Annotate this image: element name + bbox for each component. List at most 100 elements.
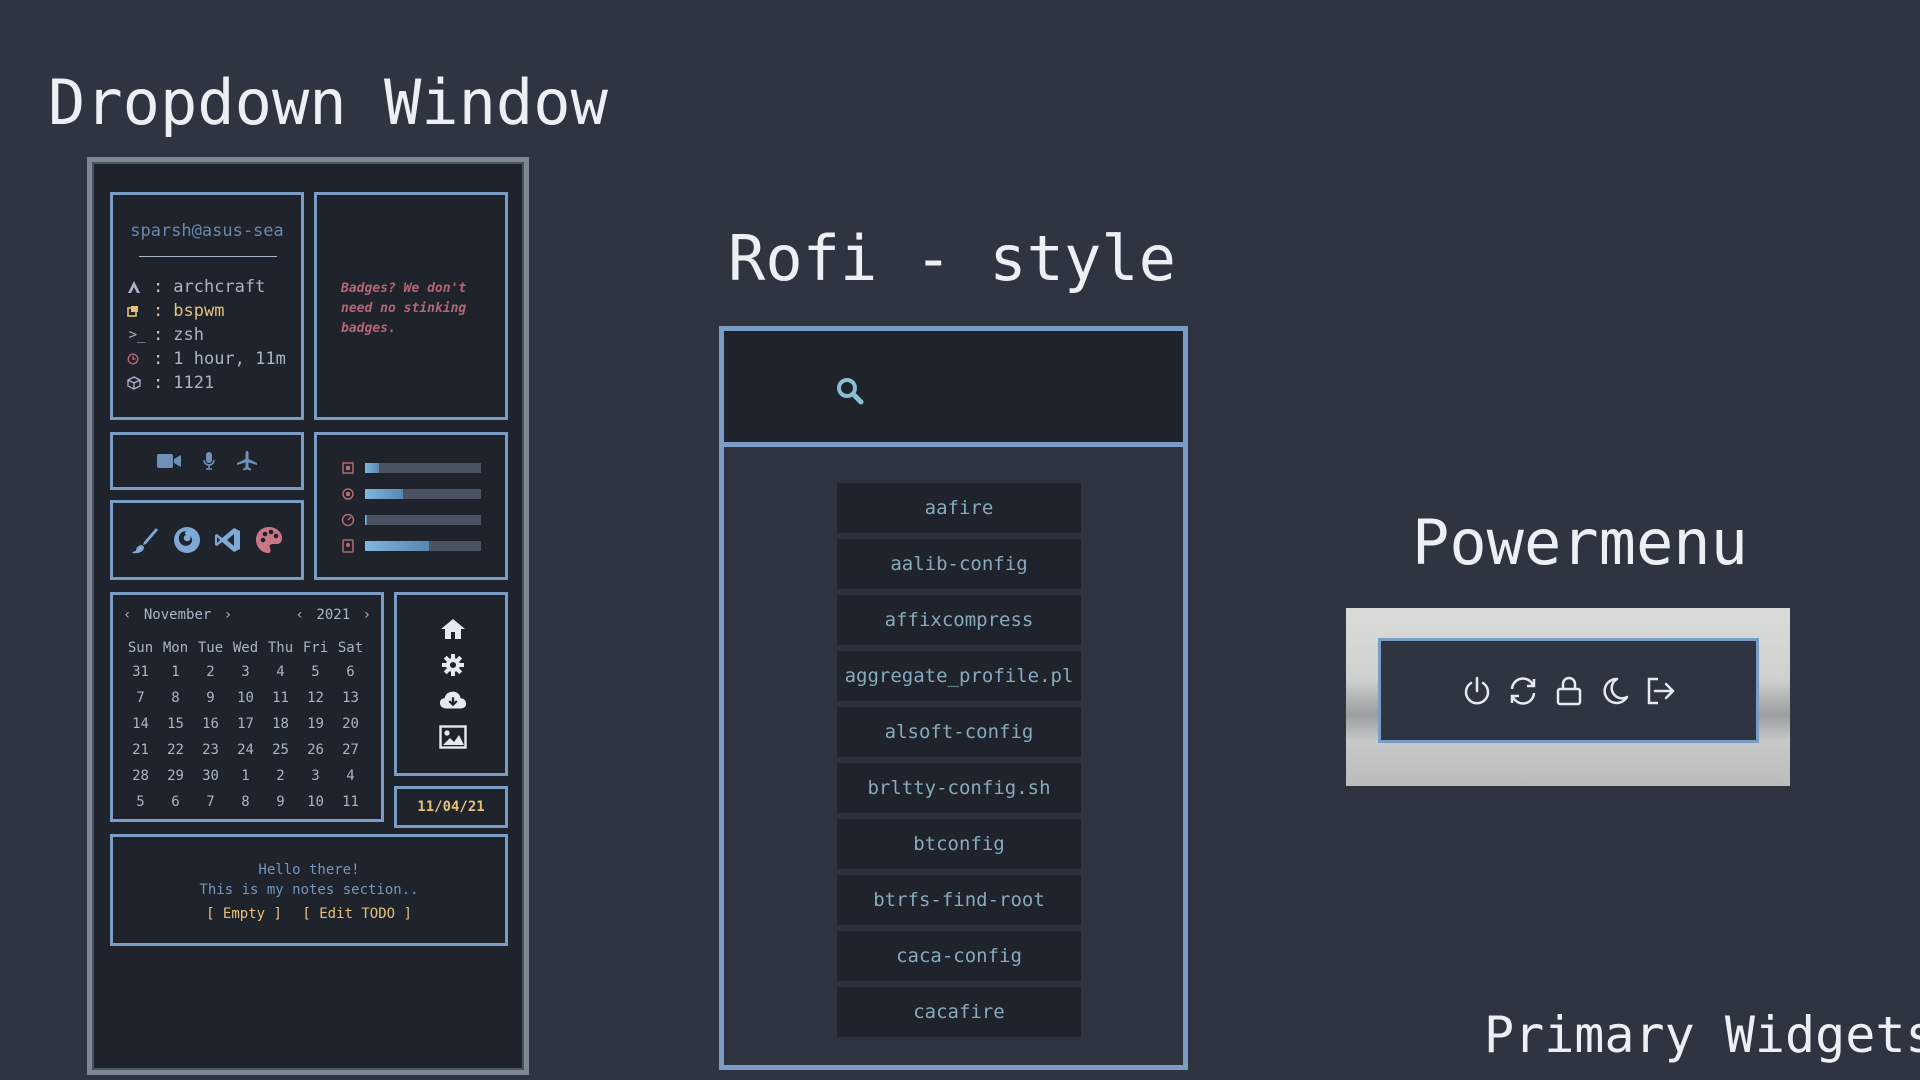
camera-icon[interactable]: [156, 452, 182, 470]
weekday-label: Fri: [302, 640, 329, 656]
calendar-day[interactable]: 16: [193, 711, 228, 737]
calendar-day[interactable]: 7: [193, 789, 228, 815]
rofi-item[interactable]: btconfig: [837, 819, 1081, 869]
logout-icon[interactable]: [1645, 675, 1677, 707]
rofi-search-bar[interactable]: [724, 331, 1183, 447]
rofi-item[interactable]: alsoft-config: [837, 707, 1081, 757]
calendar-day[interactable]: 27: [333, 737, 368, 763]
calendar-week: 28 29 30 1 2 3 4: [123, 763, 368, 789]
microphone-icon[interactable]: [202, 451, 216, 471]
calendar-day[interactable]: 22: [158, 737, 193, 763]
disk-stat: [341, 539, 481, 553]
calendar-day[interactable]: 4: [263, 659, 298, 685]
calendar-day[interactable]: 14: [123, 711, 158, 737]
calendar-day[interactable]: 28: [123, 763, 158, 789]
sleep-icon[interactable]: [1599, 675, 1631, 707]
calendar-day[interactable]: 5: [123, 789, 158, 815]
brush-icon[interactable]: [130, 525, 160, 555]
calendar-day[interactable]: 21: [123, 737, 158, 763]
lock-icon[interactable]: [1553, 675, 1585, 707]
weekday-label: Tue: [197, 640, 224, 656]
calendar-day[interactable]: 6: [158, 789, 193, 815]
rofi-item[interactable]: aggregate_profile.pl: [837, 651, 1081, 701]
info-colon: :: [153, 277, 164, 297]
airplane-icon[interactable]: [236, 450, 258, 472]
rofi-results-list: aafire aalib-config affixcompress aggregate…: [837, 483, 1081, 1043]
info-colon: :: [153, 349, 164, 369]
calendar-day[interactable]: 31: [123, 659, 158, 685]
calendar-day[interactable]: 24: [228, 737, 263, 763]
restart-icon[interactable]: [1507, 675, 1539, 707]
rofi-item[interactable]: brltty-config.sh: [837, 763, 1081, 813]
calendar-day[interactable]: 2: [263, 763, 298, 789]
calendar-day[interactable]: 18: [263, 711, 298, 737]
calendar-day[interactable]: 23: [193, 737, 228, 763]
gear-icon[interactable]: [439, 651, 467, 679]
disk-bar-fill: [365, 541, 429, 551]
calendar-day[interactable]: 9: [193, 685, 228, 711]
notes-actions: [ Empty ] [ Edit TODO ]: [113, 906, 505, 922]
quick-links-panel: [394, 592, 508, 776]
calendar-day[interactable]: 25: [263, 737, 298, 763]
calendar-day[interactable]: 2: [193, 659, 228, 685]
system-info-panel: sparsh@asus-sea : archcraft : bspwm >_ :…: [110, 192, 304, 420]
calendar-day[interactable]: 3: [228, 659, 263, 685]
speed-bar-fill: [365, 515, 368, 525]
date-panel: 11/04/21: [394, 786, 508, 828]
calendar-day[interactable]: 10: [298, 789, 333, 815]
info-value: 1121: [173, 373, 215, 393]
calendar-day[interactable]: 7: [123, 685, 158, 711]
vscode-icon[interactable]: [214, 526, 242, 554]
gauge-icon: [341, 513, 355, 527]
calendar-day[interactable]: 13: [333, 685, 368, 711]
info-value: archcraft: [173, 277, 266, 297]
calendar-day[interactable]: 29: [158, 763, 193, 789]
calendar-day[interactable]: 12: [298, 685, 333, 711]
calendar-day[interactable]: 8: [158, 685, 193, 711]
speed-bar: [365, 515, 481, 525]
notes-empty-button[interactable]: [ Empty ]: [206, 906, 282, 922]
home-icon[interactable]: [439, 615, 467, 643]
calendar-day[interactable]: 5: [298, 659, 333, 685]
firefox-icon[interactable]: [172, 525, 202, 555]
rofi-item[interactable]: aalib-config: [837, 539, 1081, 589]
user-host: sparsh@asus-sea: [130, 221, 284, 241]
calendar-week: 5 6 7 8 9 10 11: [123, 789, 368, 815]
cloud-download-icon[interactable]: [439, 687, 467, 715]
rofi-item[interactable]: affixcompress: [837, 595, 1081, 645]
info-row-distro: : archcraft: [127, 275, 286, 299]
calendar-day[interactable]: 4: [333, 763, 368, 789]
info-row-wm: : bspwm: [127, 299, 286, 323]
rofi-item[interactable]: caca-config: [837, 931, 1081, 981]
calendar-day[interactable]: 15: [158, 711, 193, 737]
calendar-day[interactable]: 30: [193, 763, 228, 789]
calendar-day[interactable]: 1: [158, 659, 193, 685]
calendar-day[interactable]: 6: [333, 659, 368, 685]
calendar-day[interactable]: 20: [333, 711, 368, 737]
image-icon[interactable]: [439, 723, 467, 751]
calendar-week: 7 8 9 10 11 12 13: [123, 685, 368, 711]
calendar-day[interactable]: 3: [298, 763, 333, 789]
prev-year-button[interactable]: ‹: [296, 607, 304, 623]
weekday-row: Sun Mon Tue Wed Thu Fri Sat: [123, 637, 368, 659]
power-icon[interactable]: [1461, 675, 1493, 707]
next-year-button[interactable]: ›: [363, 607, 371, 623]
calendar-day[interactable]: 10: [228, 685, 263, 711]
calendar-day[interactable]: 1: [228, 763, 263, 789]
clock-icon: [127, 353, 147, 365]
calendar-day[interactable]: 26: [298, 737, 333, 763]
notes-edit-button[interactable]: [ Edit TODO ]: [302, 906, 412, 922]
calendar-day[interactable]: 9: [263, 789, 298, 815]
rofi-item[interactable]: btrfs-find-root: [837, 875, 1081, 925]
next-month-button[interactable]: ›: [224, 607, 232, 623]
palette-icon[interactable]: [254, 525, 284, 555]
calendar-day[interactable]: 8: [228, 789, 263, 815]
rofi-item[interactable]: cacafire: [837, 987, 1081, 1037]
calendar-day[interactable]: 19: [298, 711, 333, 737]
year-label: 2021: [316, 607, 351, 623]
calendar-day[interactable]: 11: [333, 789, 368, 815]
calendar-day[interactable]: 17: [228, 711, 263, 737]
calendar-day[interactable]: 11: [263, 685, 298, 711]
rofi-item[interactable]: aafire: [837, 483, 1081, 533]
prev-month-button[interactable]: ‹: [123, 607, 131, 623]
